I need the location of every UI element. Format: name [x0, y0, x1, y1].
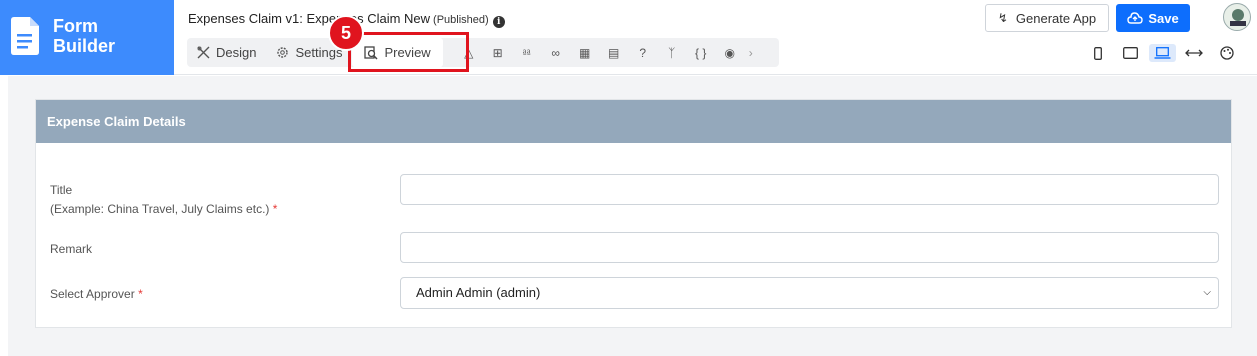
import-icon[interactable]: ⊞ — [486, 38, 510, 67]
expand-width-icon[interactable] — [1184, 44, 1204, 62]
generate-app-button[interactable]: ↯ Generate App — [985, 4, 1109, 32]
save-button[interactable]: Save — [1116, 4, 1190, 32]
phone-icon[interactable] — [1090, 44, 1106, 62]
code-braces-icon[interactable]: { } — [689, 38, 713, 67]
chevron-down-icon: ⌵ — [1203, 287, 1211, 298]
avatar[interactable] — [1223, 3, 1251, 31]
camera-icon[interactable]: ◉ — [718, 38, 742, 67]
approver-select[interactable]: Admin Admin (admin) ⌵ — [400, 277, 1219, 309]
help-icon[interactable]: ? — [631, 38, 655, 67]
title-field-label: Title (Example: China Travel, July Claim… — [50, 183, 278, 216]
laptop-icon[interactable] — [1149, 44, 1176, 62]
required-marker: * — [272, 202, 278, 216]
tools-icon — [197, 46, 210, 59]
form-section-card: Expense Claim Details Title (Example: Ch… — [35, 99, 1232, 328]
translate-icon[interactable]: ▤ — [602, 38, 626, 67]
approver-field-label: Select Approver * — [50, 287, 143, 301]
title-field[interactable] — [400, 174, 1219, 205]
lock-icon[interactable]: ⎂ — [515, 38, 539, 67]
tab-design[interactable]: Design — [187, 38, 266, 67]
info-icon[interactable]: i — [492, 16, 505, 28]
required-marker: * — [138, 287, 143, 301]
brand-name: Form Builder — [53, 16, 116, 56]
branch-icon[interactable]: ᛉ — [660, 38, 684, 67]
table-icon[interactable]: ▦ — [573, 38, 597, 67]
remark-field-label: Remark — [50, 242, 93, 256]
step-badge: 5 — [328, 15, 364, 51]
generate-app-label: Generate App — [1015, 10, 1097, 26]
cloud-upload-icon — [1127, 12, 1144, 24]
gear-icon — [277, 47, 289, 58]
palette-icon[interactable] — [1218, 44, 1236, 62]
title-field-hint: (Example: China Travel, July Claims etc.… — [50, 202, 270, 216]
glasses-icon[interactable]: ∞ — [544, 38, 568, 67]
status-badge: (Published) — [433, 14, 489, 26]
form-document-icon — [11, 17, 39, 55]
tab-design-label: Design — [216, 45, 257, 60]
tablet-icon[interactable] — [1121, 44, 1139, 62]
approver-selected-value: Admin Admin (admin) — [416, 285, 541, 300]
section-title: Expense Claim Details — [36, 100, 1231, 143]
brand-logo[interactable]: Form Builder — [0, 0, 174, 75]
preview-highlight — [348, 32, 469, 72]
save-label: Save — [1148, 10, 1179, 26]
app-header: Form Builder Expenses Claim v1: Expenses… — [0, 0, 1257, 75]
chevron-right-icon[interactable]: › — [749, 46, 753, 60]
bolt-icon: ↯ — [997, 11, 1008, 25]
form-name: Expenses Claim v1: Expenses Claim New — [188, 11, 431, 26]
remark-field[interactable] — [400, 232, 1219, 263]
builder-toolbar: Design Settings Preview △ ⊞ ⎂ ∞ ▦ ▤ ? ᛉ … — [187, 38, 779, 67]
